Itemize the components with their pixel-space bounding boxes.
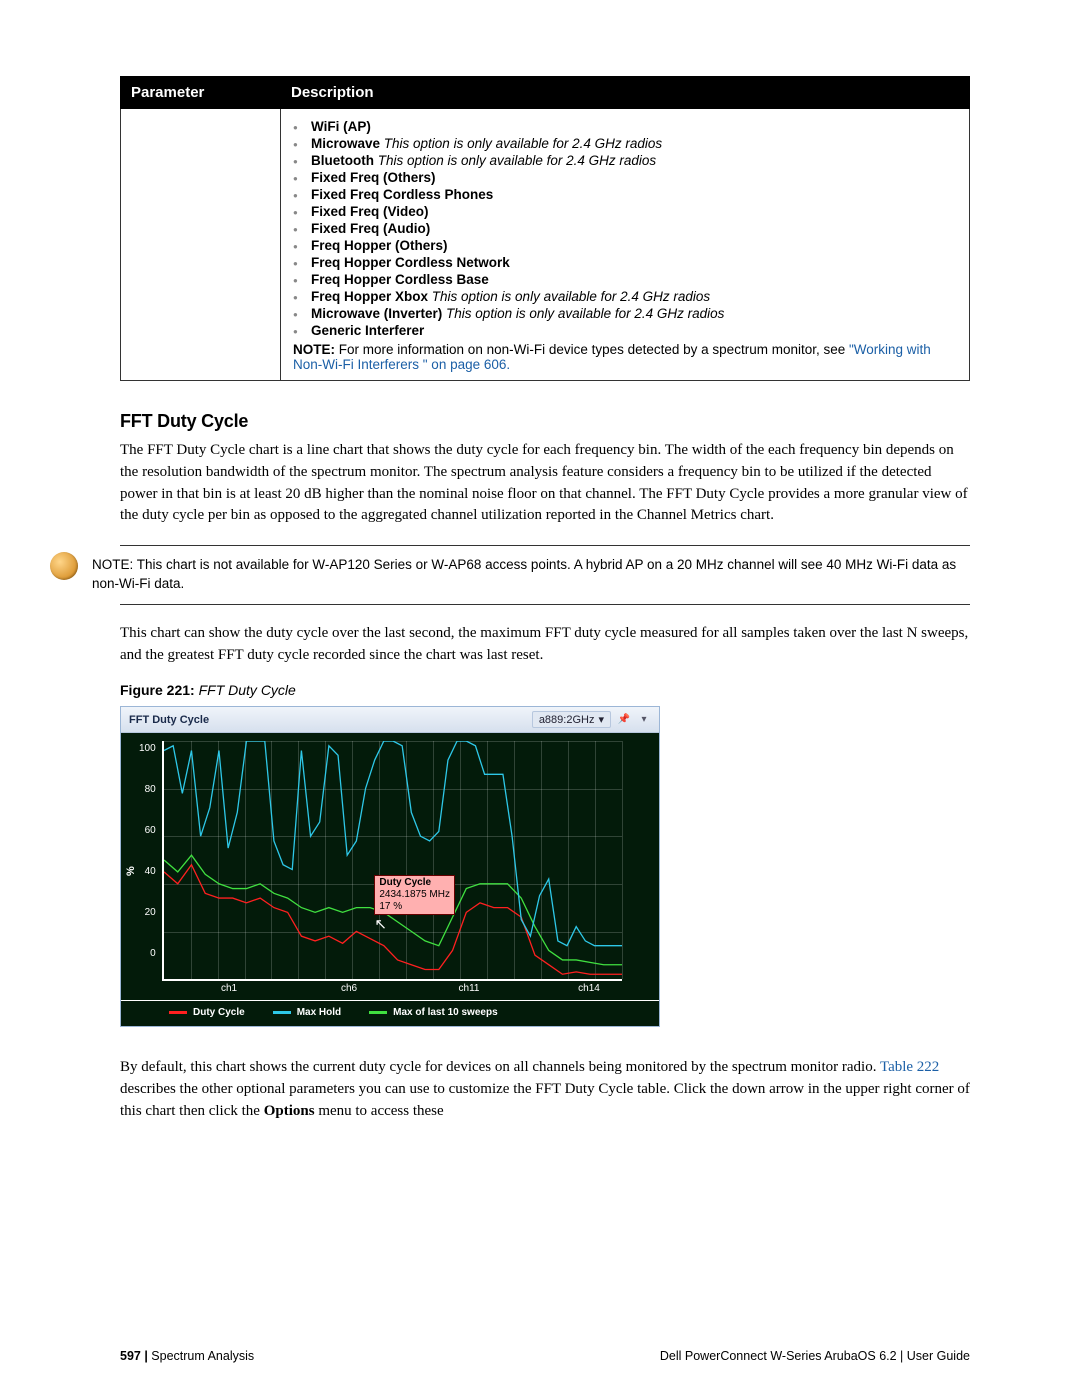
chart-plot-area[interactable]: Duty Cycle 2434.1875 MHz 17 % ↖: [162, 741, 622, 981]
tooltip-value: 17 %: [379, 901, 402, 912]
device-type-list: WiFi (AP) Microwave This option is only a…: [293, 119, 957, 338]
list-item: Freq Hopper Cordless Base: [311, 272, 957, 287]
legend-item: Duty Cycle: [169, 1007, 245, 1018]
figure-number: Figure 221:: [120, 682, 195, 698]
options-menu-word: Options: [264, 1103, 315, 1119]
x-axis-ticks: ch1ch6ch11ch14: [121, 983, 659, 1000]
footer-right: Dell PowerConnect W-Series ArubaOS 6.2 |…: [660, 1349, 970, 1363]
section-title-fft-duty-cycle: FFT Duty Cycle: [120, 411, 970, 432]
chart-body: % 100806040200 Duty Cycle 2434.1875 MHz …: [121, 733, 659, 983]
chart-menu-dropdown-icon[interactable]: ▾: [637, 713, 651, 727]
legend-item: Max of last 10 sweeps: [369, 1007, 498, 1018]
radio-selector-value: a889:2GHz: [539, 714, 595, 726]
body-paragraph-3: By default, this chart shows the current…: [120, 1057, 970, 1122]
chart-title: FFT Duty Cycle: [129, 714, 532, 726]
list-item: Freq Hopper Cordless Network: [311, 255, 957, 270]
list-item: Freq Hopper Xbox This option is only ava…: [311, 289, 957, 304]
col-description: Description: [281, 77, 970, 109]
note-block-text: NOTE: This chart is not available for W-…: [92, 552, 970, 598]
list-item: Generic Interferer: [311, 323, 957, 338]
note-icon: [50, 552, 78, 580]
note-block: NOTE: This chart is not available for W-…: [120, 545, 970, 605]
tooltip-freq: 2434.1875 MHz: [379, 889, 450, 900]
body-paragraph-2: This chart can show the duty cycle over …: [120, 623, 970, 667]
figure-title: FFT Duty Cycle: [199, 682, 296, 698]
list-item: Fixed Freq (Video): [311, 204, 957, 219]
note-text: For more information on non-Wi-Fi device…: [339, 342, 845, 357]
y-axis-ticks: 100806040200: [139, 741, 162, 981]
fft-duty-cycle-chart: FFT Duty Cycle a889:2GHz ▾ 📌 ▾ % 1008060…: [120, 706, 660, 1027]
list-item: Fixed Freq (Audio): [311, 221, 957, 236]
y-axis-label: %: [125, 741, 139, 981]
p3-text-b: describes the other optional parameters …: [120, 1081, 970, 1119]
desc-cell: WiFi (AP) Microwave This option is only a…: [281, 109, 970, 381]
note-prefix: NOTE:: [293, 342, 335, 357]
footer-section-name: Spectrum Analysis: [148, 1349, 254, 1363]
list-item: Microwave (Inverter) This option is only…: [311, 306, 957, 321]
pin-icon[interactable]: 📌: [617, 713, 631, 727]
chevron-down-icon: ▾: [598, 713, 604, 726]
table-note: NOTE: For more information on non-Wi-Fi …: [293, 342, 957, 372]
figure-caption: Figure 221: FFT Duty Cycle: [120, 682, 970, 698]
list-item: Microwave This option is only available …: [311, 136, 957, 151]
footer-left: 597 | Spectrum Analysis: [120, 1349, 254, 1363]
chart-legend: Duty Cycle Max Hold Max of last 10 sweeps: [121, 1000, 659, 1026]
tooltip-title: Duty Cycle: [379, 877, 431, 888]
list-item: Freq Hopper (Others): [311, 238, 957, 253]
parameter-description-table: Parameter Description WiFi (AP) Microwave…: [120, 76, 970, 381]
list-item: Fixed Freq (Others): [311, 170, 957, 185]
table-222-link[interactable]: Table 222: [880, 1059, 939, 1075]
list-item: WiFi (AP): [311, 119, 957, 134]
body-paragraph-1: The FFT Duty Cycle chart is a line chart…: [120, 440, 970, 527]
col-parameter: Parameter: [121, 77, 281, 109]
chart-tooltip: Duty Cycle 2434.1875 MHz 17 %: [374, 875, 455, 915]
chart-titlebar: FFT Duty Cycle a889:2GHz ▾ 📌 ▾: [121, 707, 659, 733]
p3-text-c: menu to access these: [315, 1103, 444, 1119]
page-number: 597 |: [120, 1349, 148, 1363]
param-cell-empty: [121, 109, 281, 381]
list-item: Fixed Freq Cordless Phones: [311, 187, 957, 202]
legend-item: Max Hold: [273, 1007, 341, 1018]
list-item: Bluetooth This option is only available …: [311, 153, 957, 168]
radio-selector-dropdown[interactable]: a889:2GHz ▾: [532, 711, 611, 728]
page-footer: 597 | Spectrum Analysis Dell PowerConnec…: [120, 1349, 970, 1363]
p3-text-a: By default, this chart shows the current…: [120, 1059, 880, 1075]
cursor-icon: ↖: [374, 915, 387, 933]
